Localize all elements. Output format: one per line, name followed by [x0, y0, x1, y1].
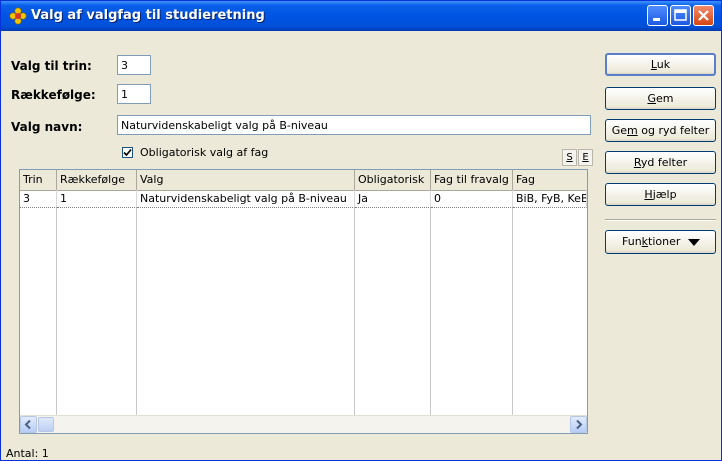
- title-bar[interactable]: Valg af valgfag til studieretning: [1, 1, 721, 31]
- obligatorisk-label: Obligatorisk valg af fag: [140, 146, 269, 159]
- minimize-icon: [653, 18, 660, 21]
- cell-obligatorisk: Ja: [355, 190, 431, 208]
- obligatorisk-checkbox[interactable]: [122, 147, 133, 158]
- luk-button[interactable]: Luk: [605, 53, 716, 76]
- raekkefolge-input[interactable]: [117, 84, 151, 104]
- gem-button[interactable]: Gem: [605, 87, 716, 110]
- cell-valg: Naturvidenskabeligt valg på B-niveau: [137, 190, 355, 208]
- column-divider: [136, 208, 137, 415]
- trin-label: Valg til trin:: [11, 59, 92, 73]
- column-header-fag-til-fravalg[interactable]: Fag til fravalg: [431, 170, 513, 190]
- navn-label: Valg navn:: [11, 120, 83, 134]
- scroll-left-button[interactable]: [20, 416, 37, 433]
- column-divider: [354, 208, 355, 415]
- funktioner-dropdown-button[interactable]: Funktioner: [605, 230, 716, 254]
- column-header-raekkefolge[interactable]: Rækkefølge: [57, 170, 137, 190]
- hjaelp-button[interactable]: Hjælp: [605, 183, 716, 206]
- column-header-obligatorisk[interactable]: Obligatorisk: [355, 170, 431, 190]
- window-title: Valg af valgfag til studieretning: [31, 8, 265, 23]
- raekkefolge-label: Rækkefølge:: [11, 88, 96, 102]
- cell-raekkefolge: 1: [57, 190, 137, 208]
- maximize-icon: [674, 9, 687, 21]
- column-divider: [430, 208, 431, 415]
- scroll-right-button[interactable]: [570, 416, 587, 433]
- arrow-left-icon: [24, 419, 31, 430]
- horizontal-scrollbar[interactable]: [20, 415, 587, 433]
- navn-input[interactable]: [117, 115, 591, 135]
- checkmark-icon: [123, 148, 132, 157]
- valg-grid[interactable]: Trin Rækkefølge Valg Obligatorisk Fag ti…: [19, 169, 588, 434]
- trin-input[interactable]: [117, 55, 151, 75]
- column-divider: [512, 208, 513, 415]
- column-divider: [56, 208, 57, 415]
- s-button[interactable]: S: [562, 149, 577, 166]
- cell-trin: 3: [20, 190, 57, 208]
- gem-og-ryd-button[interactable]: Gem og ryd felter: [605, 119, 716, 142]
- close-icon: [698, 10, 709, 21]
- column-header-valg[interactable]: Valg: [137, 170, 355, 190]
- table-row[interactable]: 3 1 Naturvidenskabeligt valg på B-niveau…: [20, 190, 587, 208]
- close-button[interactable]: [693, 5, 714, 26]
- column-header-trin[interactable]: Trin: [20, 170, 57, 190]
- column-header-fag[interactable]: Fag: [513, 170, 587, 190]
- minimize-button[interactable]: [647, 5, 668, 26]
- scroll-thumb[interactable]: [38, 417, 54, 432]
- status-count: Antal: 1: [6, 447, 49, 460]
- cell-fag: BiB, FyB, KeB: [513, 190, 587, 208]
- e-button[interactable]: E: [578, 149, 593, 166]
- flower-icon: [9, 7, 27, 25]
- maximize-button[interactable]: [670, 5, 691, 26]
- arrow-right-icon: [576, 419, 583, 430]
- cell-fag-til-fravalg: 0: [431, 190, 513, 208]
- ryd-felter-button[interactable]: Ryd felter: [605, 151, 716, 174]
- triangle-down-icon: [688, 239, 700, 246]
- grid-header: Trin Rækkefølge Valg Obligatorisk Fag ti…: [20, 170, 587, 191]
- main-window: Valg af valgfag til studieretning Valg t…: [0, 0, 722, 461]
- button-separator: [605, 219, 716, 221]
